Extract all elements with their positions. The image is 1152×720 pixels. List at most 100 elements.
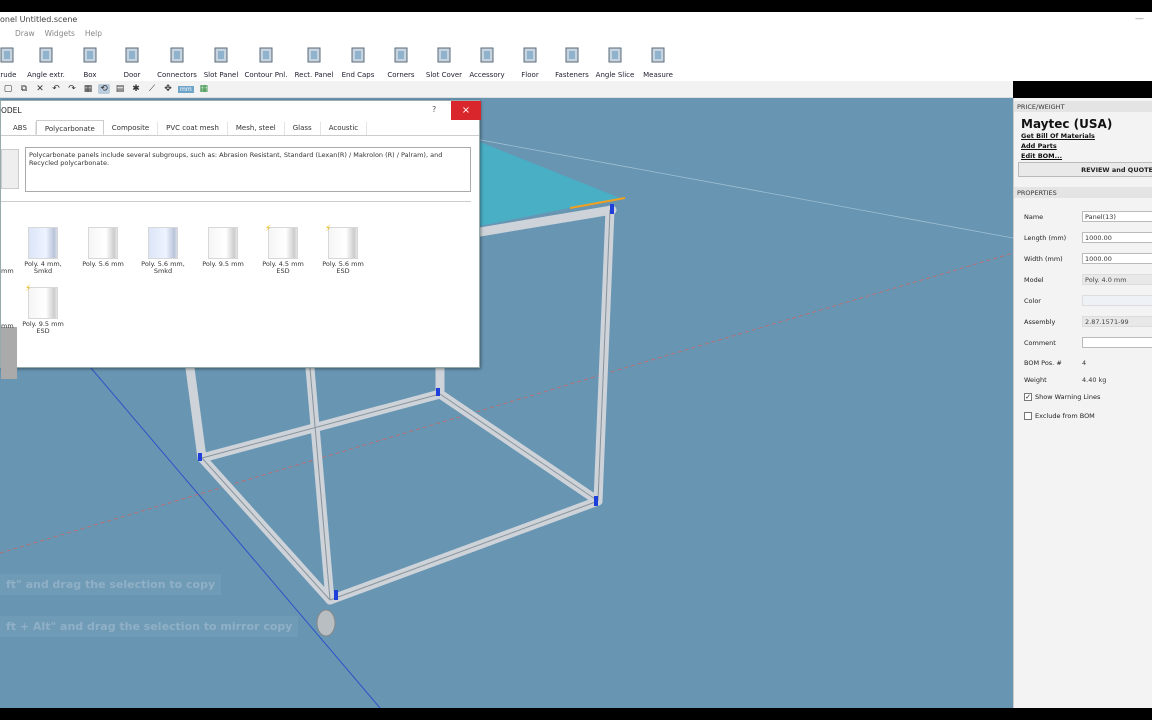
menu-item-draw[interactable]: Draw xyxy=(10,28,40,41)
part-tile[interactable]: Poly. 9.5 mm xyxy=(195,227,251,268)
toolbar-slot-panel-button[interactable]: Slot Panel xyxy=(199,45,243,79)
unit-badge[interactable]: mm xyxy=(178,85,194,93)
tab-abs[interactable]: ABS xyxy=(1,122,36,135)
fasteners-icon xyxy=(562,45,582,65)
add-parts-link[interactable]: Add Parts xyxy=(1021,142,1057,150)
toolbar-angle-slice-button[interactable]: Angle Slice xyxy=(593,45,637,79)
property-label: Comment xyxy=(1024,339,1056,347)
rotate-icon[interactable]: ⟲ xyxy=(98,84,110,94)
checkbox-unchecked[interactable] xyxy=(1024,412,1032,420)
angle-slice-icon xyxy=(605,45,625,65)
checkbox-row[interactable]: ✓ Show Warning Lines xyxy=(1024,393,1100,401)
toolbar-accessory-button[interactable]: Accessory xyxy=(465,45,509,79)
tab-pvc-coat-mesh[interactable]: PVC coat mesh xyxy=(158,122,228,135)
window-title: onel Untitled.scene xyxy=(0,15,78,24)
panel-thumbnail xyxy=(148,227,178,259)
tab-glass[interactable]: Glass xyxy=(285,122,321,135)
property-model-value: Poly. 4.0 mm xyxy=(1082,274,1152,285)
move-icon[interactable]: ✥ xyxy=(162,84,174,94)
property-name-value[interactable]: Panel(13) xyxy=(1082,211,1152,222)
right-panel: PRICE/WEIGHT Maytec (USA) Get Bill Of Ma… xyxy=(1013,98,1152,708)
toolbar-label: Angle extr. xyxy=(27,71,65,79)
tab-polycarbonate[interactable]: Polycarbonate xyxy=(35,120,104,135)
gear-icon[interactable]: ✱ xyxy=(130,84,142,94)
part-tile[interactable]: Poly. 5.6 mm xyxy=(75,227,131,268)
toolbar-label: Fasteners xyxy=(555,71,589,79)
main-toolbar: trude Angle extr. Box Door Connectors Slot Pa… xyxy=(0,41,1152,81)
property-assembly-value: 2.87.1571-99 xyxy=(1082,316,1152,327)
part-name: Poly. 5.6 mm, Smkd xyxy=(141,260,185,275)
copy-icon[interactable]: ⧉ xyxy=(18,84,30,94)
toolbar-door-button[interactable]: Door xyxy=(110,45,154,79)
checkbox-label: Exclude from BOM xyxy=(1035,412,1095,420)
connectors-icon xyxy=(167,45,187,65)
panel-thumbnail: ⚡ xyxy=(325,224,358,259)
property-comment-value[interactable] xyxy=(1082,337,1152,348)
toolbar-box-button[interactable]: Box xyxy=(68,45,112,79)
checkbox-checked[interactable]: ✓ xyxy=(1024,393,1032,401)
toolbar-label: Measure xyxy=(643,71,673,79)
minimize-button[interactable]: — xyxy=(1135,14,1144,24)
new-icon[interactable]: ▢ xyxy=(2,84,14,94)
undo-icon[interactable]: ↶ xyxy=(50,84,62,94)
corners-icon xyxy=(391,45,411,65)
close-button[interactable]: × xyxy=(451,101,481,120)
properties-header: PROPERTIES xyxy=(1014,187,1152,198)
toolbar-measure-button[interactable]: Measure xyxy=(636,45,680,79)
toolbar-label: Slot Cover xyxy=(425,71,463,79)
toolbar-angle-extrusion-button[interactable]: Angle extr. xyxy=(24,45,68,79)
toolbar-rect-panel-button[interactable]: Rect. Panel xyxy=(292,45,336,79)
part-name: Poly. 5.6 mm ESD xyxy=(322,260,364,275)
checkbox-label: Show Warning Lines xyxy=(1035,393,1101,401)
panel-thumbnail: ⚡ xyxy=(25,284,58,319)
part-tile[interactable]: ⚡ Poly. 4.5 mm ESD xyxy=(255,224,311,275)
category-description: Polycarbonate panels include several sub… xyxy=(25,147,471,192)
toolbar-label: Door xyxy=(123,71,141,79)
extrude-icon xyxy=(0,45,17,65)
part-tile[interactable]: Poly. 5.6 mm, Smkd xyxy=(135,227,191,275)
help-button[interactable]: ? xyxy=(432,105,436,114)
toolbar-contour-panel-button[interactable]: Contour Pnl. xyxy=(244,45,288,79)
toolbar-fasteners-button[interactable]: Fasteners xyxy=(550,45,594,79)
delete-icon[interactable]: ✕ xyxy=(34,84,46,94)
part-tile[interactable]: ⚡ Poly. 5.6 mm ESD xyxy=(315,224,371,275)
property-weight-value: 4.40 kg xyxy=(1082,376,1107,384)
esd-lightning-icon: ⚡ xyxy=(265,224,272,234)
layout-icon[interactable]: ▦ xyxy=(198,84,210,94)
grid-icon[interactable]: ▦ xyxy=(82,84,94,94)
toolbar-floor-button[interactable]: Floor xyxy=(508,45,552,79)
slot-panel-icon xyxy=(211,45,231,65)
menu-item-file[interactable] xyxy=(0,28,10,41)
tab-mesh-steel[interactable]: Mesh, steel xyxy=(228,122,285,135)
menu-bar: Draw Widgets Help xyxy=(0,28,1152,41)
part-tile[interactable]: ⚡ Poly. 9.5 mm ESD xyxy=(15,284,71,335)
property-length-mm-value[interactable]: 1000.00 xyxy=(1082,232,1152,243)
review-quote-button[interactable]: REVIEW and QUOTE xyxy=(1018,162,1152,177)
redo-icon[interactable]: ↷ xyxy=(66,84,78,94)
hint-copy: ft" and drag the selection to copy xyxy=(0,574,222,595)
divider xyxy=(1,201,471,202)
end-caps-icon xyxy=(348,45,368,65)
edit-bom-link[interactable]: Edit BOM... xyxy=(1021,152,1062,160)
menu-item-widgets[interactable]: Widgets xyxy=(40,28,80,41)
checkbox-row[interactable]: Exclude from BOM xyxy=(1024,412,1095,420)
door-icon xyxy=(122,45,142,65)
toolbar-corners-button[interactable]: Corners xyxy=(379,45,423,79)
toolbar-connectors-button[interactable]: Connectors xyxy=(155,45,199,79)
toolbar-label: Corners xyxy=(387,71,415,79)
part-tile[interactable]: Poly. 4 mm, Smkd xyxy=(15,227,71,275)
property-label: Assembly xyxy=(1024,318,1056,326)
snap-icon[interactable]: ⟋ xyxy=(146,84,158,94)
page-icon[interactable]: ▤ xyxy=(114,84,126,94)
bill-of-materials-link[interactable]: Get Bill Of Materials xyxy=(1021,132,1095,140)
toolbar-end-caps-button[interactable]: End Caps xyxy=(336,45,380,79)
part-name: Poly. 4.5 mm ESD xyxy=(262,260,304,275)
tab-composite[interactable]: Composite xyxy=(104,122,159,135)
slot-cover-icon xyxy=(434,45,454,65)
menu-item-help[interactable]: Help xyxy=(80,28,107,41)
property-width-mm-value[interactable]: 1000.00 xyxy=(1082,253,1152,264)
panel-thumbnail xyxy=(28,227,58,259)
tab-acoustic[interactable]: Acoustic xyxy=(321,122,368,135)
left-cut-label: mm xyxy=(1,322,14,330)
toolbar-slot-cover-button[interactable]: Slot Cover xyxy=(422,45,466,79)
